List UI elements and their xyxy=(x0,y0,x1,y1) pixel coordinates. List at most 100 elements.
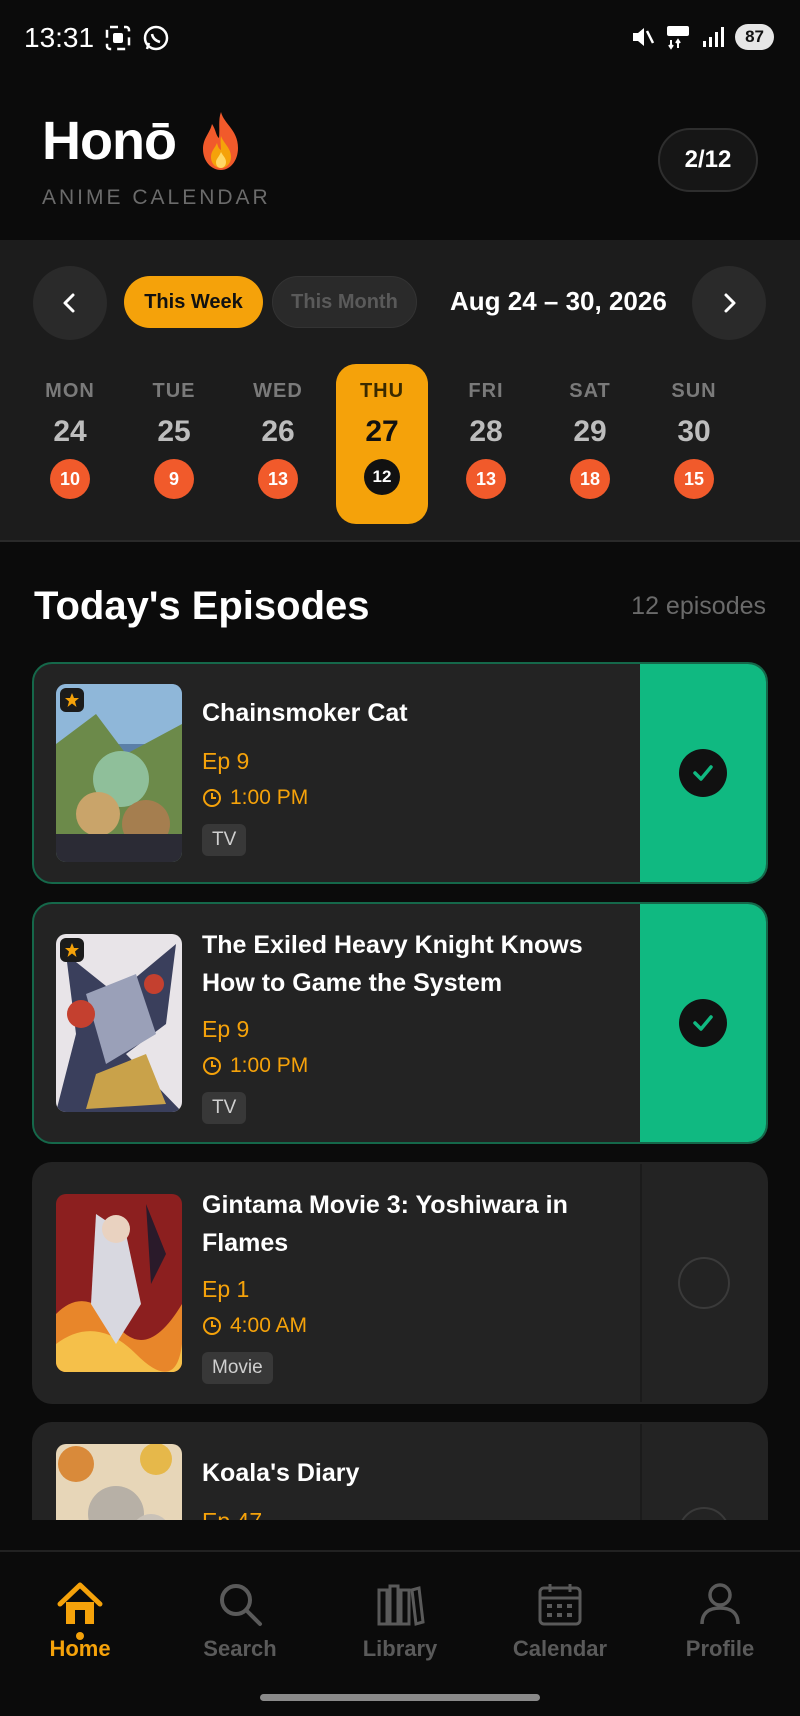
air-time-text: 1:00 PM xyxy=(230,786,309,809)
episode-title: The Exiled Heavy Knight Knows How to Gam… xyxy=(202,931,583,997)
status-notification-icons xyxy=(104,24,170,52)
day-name: THU xyxy=(359,380,405,402)
home-icon xyxy=(57,1582,103,1624)
nav-calendar[interactable]: Calendar xyxy=(490,1580,630,1662)
nav-label: Search xyxy=(203,1636,277,1661)
previous-week-button[interactable] xyxy=(33,266,107,340)
poster-image xyxy=(56,934,182,1112)
nav-label: Profile xyxy=(685,1636,755,1661)
app-title: Honō xyxy=(42,111,177,171)
chevron-right-icon xyxy=(724,293,736,313)
mark-watched-button[interactable] xyxy=(640,664,766,882)
episode-card[interactable]: The Exiled Heavy Knight Knows How to Gam… xyxy=(32,902,768,1144)
mute-icon xyxy=(633,28,655,46)
episode-count-badge: 10 xyxy=(50,459,90,499)
week-selector: This Week This Month Aug 24 – 30, 2026 M… xyxy=(0,240,800,542)
poster-image xyxy=(56,684,182,862)
day-sat[interactable]: SAT 29 18 xyxy=(544,364,636,524)
search-icon xyxy=(220,1584,262,1626)
unchecked-circle-icon xyxy=(678,1507,730,1520)
day-number: 25 xyxy=(157,415,191,448)
mark-watched-button[interactable] xyxy=(640,904,766,1142)
media-type-badge: TV xyxy=(202,824,247,856)
favorite-star-icon xyxy=(60,688,84,712)
status-time: 13:31 xyxy=(24,22,95,53)
battery-indicator: 87 xyxy=(735,24,774,50)
section-title: Today's Episodes xyxy=(34,584,370,628)
calendar-icon xyxy=(538,1584,582,1626)
status-bar: 13:31 87 xyxy=(0,0,800,80)
day-name: FRI xyxy=(468,380,504,402)
whatsapp-icon xyxy=(143,25,169,51)
progress-pill[interactable]: 2/12 xyxy=(658,128,758,192)
mark-watched-button[interactable] xyxy=(640,1424,766,1520)
air-time: 1:00 PM xyxy=(202,1054,308,1078)
app-title-row: Honō xyxy=(42,110,248,172)
day-tue[interactable]: TUE 25 9 xyxy=(128,364,220,524)
chevron-left-icon xyxy=(63,293,75,313)
nav-profile[interactable]: Profile xyxy=(650,1580,790,1662)
network-5g-icon xyxy=(667,26,690,50)
air-time-text: 4:00 AM xyxy=(230,1314,308,1337)
episode-number: Ep 1 xyxy=(202,1276,250,1302)
day-number: 29 xyxy=(573,415,607,448)
day-number: 30 xyxy=(677,415,711,448)
episode-count-badge: 9 xyxy=(154,459,194,499)
air-time: 1:00 PM xyxy=(202,786,308,810)
episode-number: Ep 9 xyxy=(202,1016,250,1042)
active-indicator xyxy=(76,1632,84,1640)
day-mon[interactable]: MON 24 10 xyxy=(24,364,116,524)
profile-icon xyxy=(700,1583,740,1625)
day-name: SAT xyxy=(569,380,611,402)
air-time: 4:00 AM xyxy=(202,1314,307,1338)
day-name: MON xyxy=(45,380,95,402)
day-thu-selected[interactable]: THU 27 12 xyxy=(336,364,428,524)
poster-image xyxy=(56,1444,182,1520)
check-icon xyxy=(679,749,727,797)
episode-card[interactable]: Koala's Diary Ep 47 xyxy=(32,1422,768,1520)
air-time-text: 1:00 PM xyxy=(230,1054,309,1077)
episode-number: Ep 47 xyxy=(202,1508,262,1520)
mark-watched-button[interactable] xyxy=(640,1164,766,1402)
episode-count-badge: 15 xyxy=(674,459,714,499)
day-name: TUE xyxy=(152,380,196,402)
day-wed[interactable]: WED 26 13 xyxy=(232,364,324,524)
home-indicator[interactable] xyxy=(260,1694,540,1701)
day-number: 27 xyxy=(365,415,399,448)
day-number: 26 xyxy=(261,415,295,448)
nav-label: Calendar xyxy=(512,1636,608,1661)
day-fri[interactable]: FRI 28 13 xyxy=(440,364,532,524)
episode-card[interactable]: Gintama Movie 3: Yoshiwara in Flames Ep … xyxy=(32,1162,768,1404)
nav-home[interactable]: Home xyxy=(10,1580,150,1662)
app-subtitle: ANIME CALENDAR xyxy=(42,186,271,209)
episode-title: Koala's Diary xyxy=(202,1459,360,1487)
next-week-button[interactable] xyxy=(692,266,766,340)
nav-label: Library xyxy=(362,1636,438,1661)
episode-title: Gintama Movie 3: Yoshiwara in Flames xyxy=(202,1191,568,1257)
status-system-icons: 87 xyxy=(629,24,774,50)
nav-library[interactable]: Library xyxy=(330,1580,470,1662)
date-range-label: Aug 24 – 30, 2026 xyxy=(450,286,667,316)
episode-count-badge: 12 xyxy=(364,459,400,495)
day-sun[interactable]: SUN 30 15 xyxy=(648,364,740,524)
flame-icon xyxy=(202,112,238,170)
signal-icon xyxy=(703,27,725,47)
nav-search[interactable]: Search xyxy=(170,1580,310,1662)
this-month-toggle[interactable]: This Month xyxy=(272,276,417,328)
episode-total: 12 episodes xyxy=(631,592,766,620)
day-name: WED xyxy=(253,380,303,402)
media-type-badge: TV xyxy=(202,1092,247,1124)
episode-count-badge: 13 xyxy=(466,459,506,499)
app-header: Honō ANIME CALENDAR 2/12 xyxy=(0,80,800,240)
poster-image xyxy=(56,1194,182,1372)
library-icon xyxy=(377,1584,425,1626)
this-week-toggle[interactable]: This Week xyxy=(124,276,263,328)
episode-count-badge: 13 xyxy=(258,459,298,499)
bottom-navigation: Home Search Library Calendar Profile xyxy=(0,1550,800,1716)
clock-icon xyxy=(203,789,221,807)
episode-list: Chainsmoker Cat Ep 9 1:00 PM TV The Exil… xyxy=(32,662,768,1520)
episode-card[interactable]: Chainsmoker Cat Ep 9 1:00 PM TV xyxy=(32,662,768,884)
episode-count-badge: 18 xyxy=(570,459,610,499)
check-icon xyxy=(679,999,727,1047)
favorite-star-icon xyxy=(60,938,84,962)
